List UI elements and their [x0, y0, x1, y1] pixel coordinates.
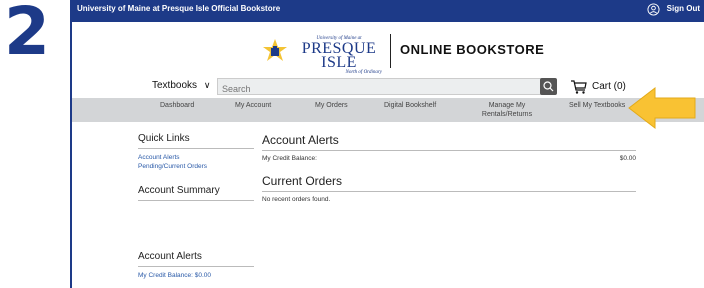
sidebar-credit-balance[interactable]: My Credit Balance: $0.00 — [138, 271, 254, 280]
current-orders-heading: Current Orders — [262, 174, 636, 192]
textbooks-label: Textbooks — [152, 80, 198, 91]
search-input[interactable] — [218, 81, 522, 97]
quick-link-pending-orders[interactable]: Pending/Current Orders — [138, 162, 254, 171]
textbooks-dropdown[interactable]: Textbooks ∨ — [152, 80, 210, 91]
account-summary-heading: Account Summary — [138, 185, 254, 201]
account-alerts-heading: Account Alerts — [262, 133, 636, 151]
nav-sell-textbooks[interactable]: Sell My Textbooks — [569, 101, 625, 110]
university-logo[interactable]: University of Maine at PRESQUE ISLE Nort… — [290, 36, 388, 75]
sidebar-account-alerts-heading: Account Alerts — [138, 251, 254, 267]
credit-balance-row: My Credit Balance: $0.00 — [262, 154, 636, 164]
user-icon[interactable] — [647, 3, 660, 16]
nav-my-orders[interactable]: My Orders — [315, 101, 348, 110]
search-icon — [543, 81, 554, 92]
credit-balance-label: My Credit Balance: — [262, 155, 317, 162]
step-number: 2 — [4, 0, 50, 70]
store-header: University of Maine at PRESQUE ISLE Nort… — [72, 22, 704, 76]
store-title: ONLINE BOOKSTORE — [400, 42, 545, 57]
main-content: Account Alerts My Credit Balance: $0.00 … — [262, 133, 636, 205]
search-box — [217, 78, 547, 97]
nav-dashboard[interactable]: Dashboard — [160, 101, 194, 110]
nav-my-account[interactable]: My Account — [235, 101, 271, 110]
seal-icon — [263, 39, 287, 61]
arrow-icon — [628, 86, 696, 130]
search-button[interactable] — [540, 78, 557, 95]
top-bar: University of Maine at Presque Isle Offi… — [72, 0, 704, 22]
chevron-down-icon: ∨ — [203, 80, 211, 90]
university-name: University of Maine at Presque Isle Offi… — [77, 4, 281, 13]
orders-empty-message: No recent orders found. — [262, 196, 331, 203]
nav-digital-bookshelf[interactable]: Digital Bookshelf — [384, 101, 436, 110]
logo-main-text: PRESQUE ISLE — [301, 40, 377, 71]
sidebar: Quick Links Account Alerts Pending/Curre… — [138, 133, 254, 280]
sign-out-link[interactable]: Sign Out — [667, 4, 700, 13]
credit-balance-value: $0.00 — [619, 155, 636, 162]
quick-link-account-alerts[interactable]: Account Alerts — [138, 153, 254, 162]
cart-icon — [571, 80, 587, 94]
browser-frame: University of Maine at Presque Isle Offi… — [70, 0, 704, 288]
cart-label: Cart (0) — [592, 81, 626, 92]
nav-manage-rentals[interactable]: Manage My Rentals/Returns — [476, 101, 538, 119]
account-nav: Dashboard My Account My Orders Digital B… — [72, 98, 704, 122]
search-row: Textbooks ∨ Cart (0) — [72, 78, 704, 97]
logo-divider — [390, 34, 391, 68]
quick-links-heading: Quick Links — [138, 133, 254, 149]
